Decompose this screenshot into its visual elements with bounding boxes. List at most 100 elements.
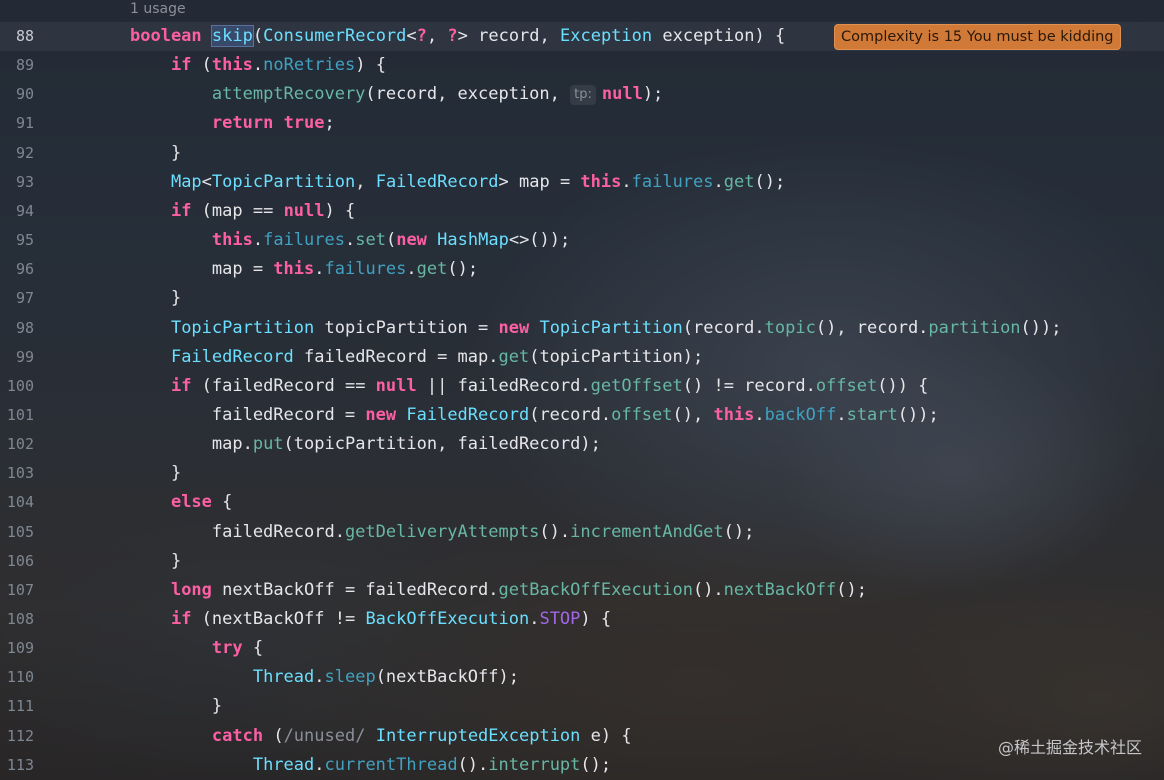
line-code[interactable]: catch (/unused/ InterruptedException e) … (130, 722, 632, 751)
code-line[interactable]: 96 map = this.failures.get(); (0, 255, 1164, 284)
line-code[interactable]: } (130, 692, 222, 721)
code-token: TopicPartition (539, 317, 683, 338)
line-number[interactable]: 105 (0, 518, 34, 547)
code-line[interactable]: 107 long nextBackOff = failedRecord.getB… (0, 576, 1164, 605)
line-number[interactable]: 112 (0, 722, 34, 751)
code-token: this (211, 55, 253, 76)
line-number[interactable]: 99 (0, 343, 34, 372)
line-number[interactable]: 111 (0, 692, 34, 721)
line-number[interactable]: 97 (0, 284, 34, 313)
code-token: (record. (682, 317, 765, 338)
code-line[interactable]: 97 } (0, 284, 1164, 313)
code-token: offset (611, 404, 673, 425)
code-line[interactable]: 103 } (0, 459, 1164, 488)
line-code[interactable]: } (130, 459, 181, 488)
code-line[interactable]: 112 catch (/unused/ InterruptedException… (0, 722, 1164, 751)
code-editor[interactable]: 1 usage 88 boolean skip(ConsumerRecord<?,… (0, 0, 1164, 780)
line-number[interactable]: 102 (0, 430, 34, 459)
line-number[interactable]: 109 (0, 634, 34, 663)
line-number[interactable]: 103 (0, 459, 34, 488)
code-line[interactable]: 98 TopicPartition topicPartition = new T… (0, 314, 1164, 343)
code-token: nextBackOff = failedRecord. (211, 579, 499, 600)
code-line[interactable]: 92 } (0, 139, 1164, 168)
line-number[interactable]: 96 (0, 255, 34, 284)
line-number[interactable]: 98 (0, 314, 34, 343)
line-number[interactable]: 93 (0, 168, 34, 197)
line-code[interactable]: Thread.sleep(nextBackOff); (130, 663, 519, 692)
line-code[interactable]: if (this.noRetries) { (130, 51, 386, 80)
code-line[interactable]: 100 if (failedRecord == null || failedRe… (0, 372, 1164, 401)
line-code[interactable]: boolean skip(ConsumerRecord<?, ?> record… (130, 22, 785, 51)
code-line[interactable]: 94 if (map == null) { (0, 197, 1164, 226)
code-line[interactable]: 93 Map<TopicPartition, FailedRecord> map… (0, 168, 1164, 197)
line-number[interactable]: 113 (0, 751, 34, 780)
line-number[interactable]: 104 (0, 488, 34, 517)
line-number[interactable]: 108 (0, 605, 34, 634)
line-code[interactable]: map.put(topicPartition, failedRecord); (130, 430, 601, 459)
code-token: failedRecord = (130, 404, 366, 425)
code-token: (); (447, 259, 479, 280)
line-code[interactable]: else { (130, 488, 232, 517)
line-number[interactable]: 94 (0, 197, 34, 226)
line-code[interactable]: attemptRecovery(record, exception, tp: nu… (130, 80, 663, 109)
code-line[interactable]: 111 } (0, 692, 1164, 721)
code-line[interactable]: 109 try { (0, 634, 1164, 663)
line-number[interactable]: 88 (0, 22, 34, 51)
line-code[interactable]: this.failures.set(new HashMap<>()); (130, 226, 570, 255)
code-line[interactable]: 105 failedRecord.getDeliveryAttempts().i… (0, 518, 1164, 547)
code-token: . (406, 259, 417, 280)
code-token: failures (631, 171, 714, 192)
line-code[interactable]: } (130, 139, 181, 168)
line-code[interactable]: TopicPartition topicPartition = new Topi… (130, 314, 1062, 343)
line-code[interactable]: failedRecord = new FailedRecord(record.o… (130, 401, 939, 430)
code-line[interactable]: 110 Thread.sleep(nextBackOff); (0, 663, 1164, 692)
code-line[interactable]: 95 this.failures.set(new HashMap<>()); (0, 226, 1164, 255)
code-line[interactable]: 90 attemptRecovery(record, exception, tp… (0, 80, 1164, 109)
code-token: null (375, 375, 417, 396)
line-code[interactable]: map = this.failures.get(); (130, 255, 478, 284)
line-code[interactable]: } (130, 284, 181, 313)
line-number[interactable]: 110 (0, 663, 34, 692)
line-code[interactable]: Map<TopicPartition, FailedRecord> map = … (130, 168, 785, 197)
code-token: (); (723, 521, 755, 542)
line-code[interactable]: if (map == null) { (130, 197, 355, 226)
line-number[interactable]: 106 (0, 547, 34, 576)
line-code[interactable]: } (130, 547, 181, 576)
line-code[interactable]: try { (130, 634, 263, 663)
complexity-badge[interactable]: Complexity is 15 You must be kidding (834, 24, 1121, 50)
line-number[interactable]: 92 (0, 139, 34, 168)
line-number[interactable]: 91 (0, 109, 34, 138)
code-token: ConsumerRecord (263, 26, 407, 46)
code-line[interactable]: 101 failedRecord = new FailedRecord(reco… (0, 401, 1164, 430)
code-line[interactable]: 108 if (nextBackOff != BackOffExecution.… (0, 605, 1164, 634)
line-code[interactable]: return true; (130, 109, 335, 138)
line-code[interactable]: FailedRecord failedRecord = map.get(topi… (130, 343, 703, 372)
code-line[interactable]: 99 FailedRecord failedRecord = map.get(t… (0, 343, 1164, 372)
line-number[interactable]: 89 (0, 51, 34, 80)
code-line[interactable]: 89 if (this.noRetries) { (0, 51, 1164, 80)
code-line[interactable]: 104 else { (0, 488, 1164, 517)
line-code[interactable]: if (nextBackOff != BackOffExecution.STOP… (130, 605, 611, 634)
line-number[interactable]: 101 (0, 401, 34, 430)
line-code[interactable]: failedRecord.getDeliveryAttempts().incre… (130, 518, 755, 547)
code-line[interactable]: 102 map.put(topicPartition, failedRecord… (0, 430, 1164, 459)
line-code[interactable]: long nextBackOff = failedRecord.getBackO… (130, 576, 867, 605)
code-token: { (242, 638, 264, 659)
line-number[interactable]: 90 (0, 80, 34, 109)
line-code[interactable]: Thread.currentThread().interrupt(); (130, 751, 611, 780)
code-line[interactable]: 91 return true; (0, 109, 1164, 138)
line-number[interactable]: 100 (0, 372, 34, 401)
line-number[interactable]: 107 (0, 576, 34, 605)
code-token: Thread (252, 667, 315, 688)
code-line[interactable]: 106 } (0, 547, 1164, 576)
code-token: this (273, 259, 315, 280)
code-token: set (355, 230, 386, 251)
code-line[interactable]: 113 Thread.currentThread().interrupt(); (0, 751, 1164, 780)
code-token: ()); (1020, 317, 1062, 338)
line-number[interactable]: 95 (0, 226, 34, 255)
usage-hint[interactable]: 1 usage (130, 0, 186, 18)
line-code[interactable]: if (failedRecord == null || failedRecord… (130, 372, 928, 401)
